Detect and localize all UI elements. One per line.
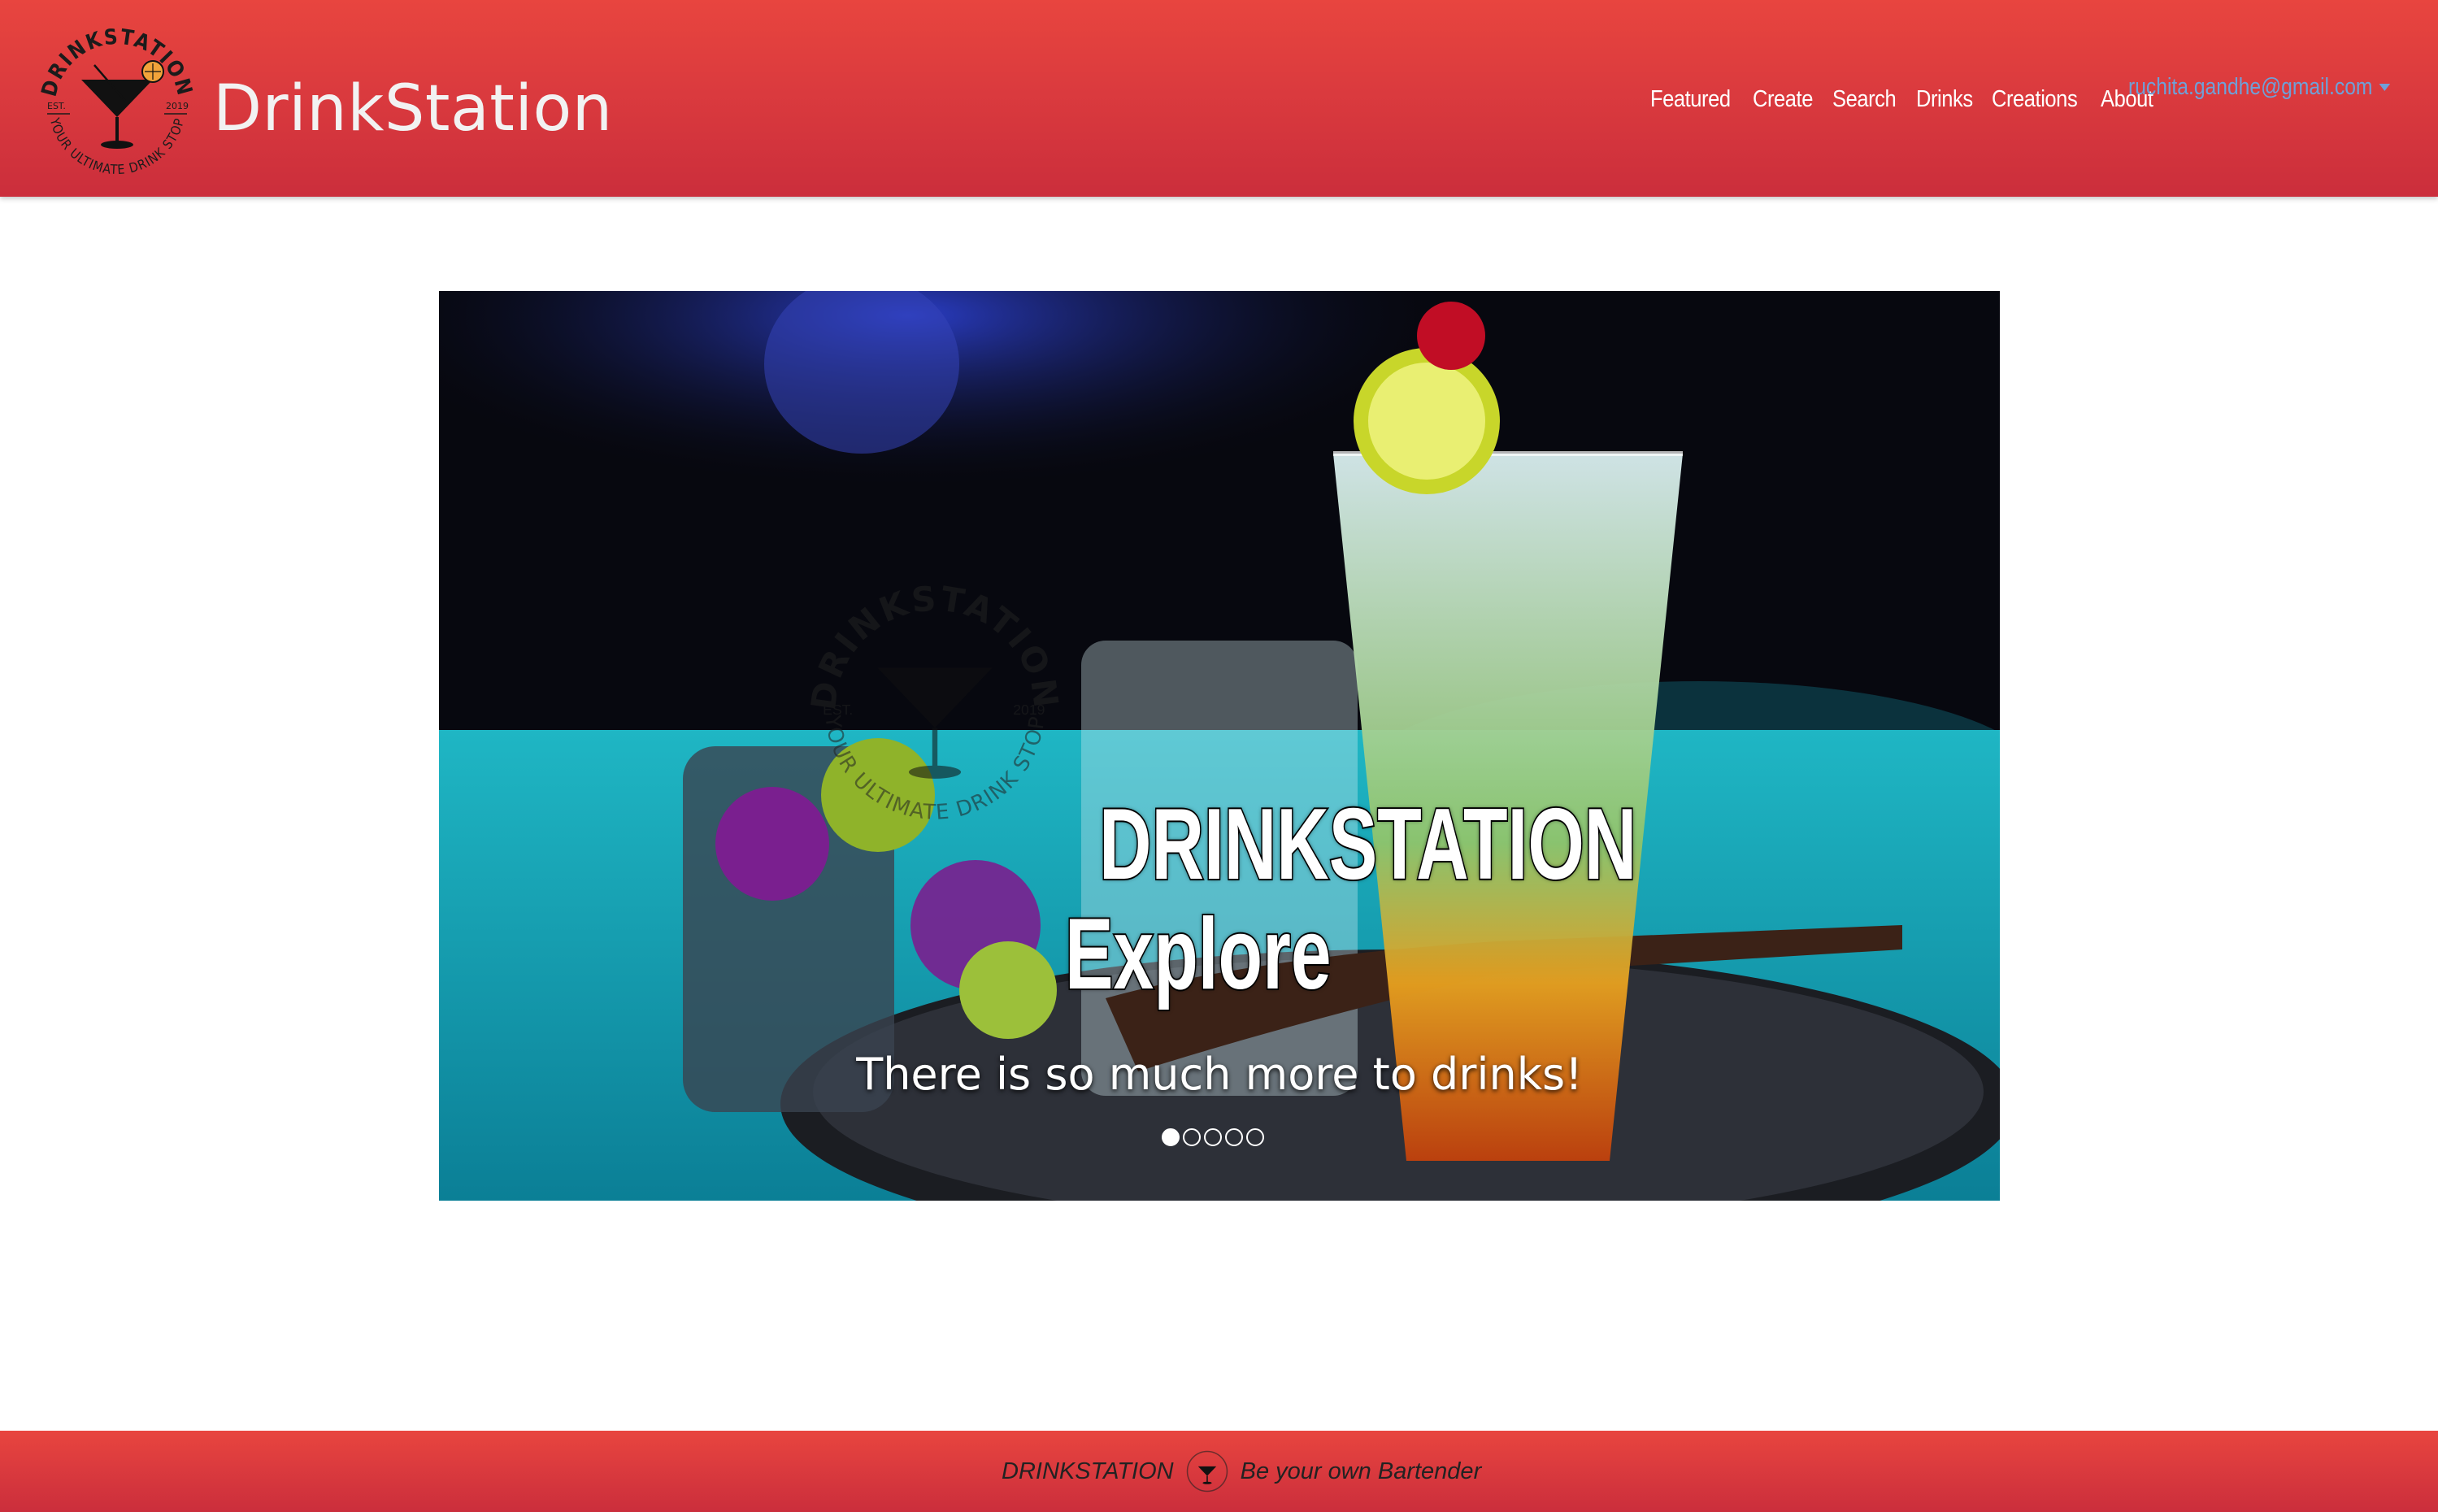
footer-tagline: Be your own Bartender: [1240, 1458, 1482, 1484]
hero-carousel[interactable]: DRINKSTATION YOUR ULTIMATE DRINK STOP ES…: [439, 291, 2000, 1201]
top-navbar: DRINKSTATION YOUR ULTIMATE DRINK STOP ES…: [0, 0, 2438, 197]
nav-featured[interactable]: Featured: [1650, 86, 1731, 113]
caret-down-icon[interactable]: [2379, 83, 2391, 91]
drinkstation-logo-icon[interactable]: DRINKSTATION YOUR ULTIMATE DRINK STOP ES…: [31, 10, 203, 189]
nav-create[interactable]: Create: [1753, 86, 1813, 113]
logo-est: EST.: [47, 101, 66, 111]
watermark-logo-icon: DRINKSTATION YOUR ULTIMATE DRINK STOP ES…: [803, 578, 1064, 825]
carousel-indicators: [1162, 1128, 1264, 1146]
footer-brand: DRINKSTATION: [1002, 1458, 1174, 1484]
watermark-year: 2019: [1013, 702, 1045, 718]
footer-content: DRINKSTATION Be your own Bartender: [1002, 1447, 1481, 1496]
watermark-est: EST.: [823, 702, 853, 718]
carousel-subheadline: Explore: [1064, 898, 1332, 1010]
main-nav: Featured Create Search Drinks Creations …: [1650, 78, 2155, 120]
carousel-indicator-4[interactable]: [1225, 1128, 1243, 1146]
nav-drinks[interactable]: Drinks: [1916, 86, 1973, 113]
user-email[interactable]: ruchita.gandhe@gmail.com: [2128, 74, 2372, 101]
brand-title[interactable]: DrinkStation: [213, 68, 613, 150]
footer: DRINKSTATION Be your own Bartender: [0, 1431, 2438, 1512]
logo-year: 2019: [166, 101, 189, 111]
carousel-indicator-1[interactable]: [1162, 1128, 1180, 1146]
nav-search[interactable]: Search: [1832, 86, 1897, 113]
carousel-headline: DRINKSTATION: [1098, 789, 1638, 901]
carousel-indicator-5[interactable]: [1246, 1128, 1264, 1146]
carousel-tagline: There is so much more to drinks!: [856, 1049, 1583, 1100]
carousel-indicator-3[interactable]: [1204, 1128, 1222, 1146]
carousel-indicator-2[interactable]: [1183, 1128, 1201, 1146]
drinkstation-logo-icon: [1186, 1450, 1228, 1492]
nav-creations[interactable]: Creations: [1992, 86, 2078, 113]
user-menu-dropdown[interactable]: ruchita.gandhe@gmail.com: [2128, 67, 2391, 107]
